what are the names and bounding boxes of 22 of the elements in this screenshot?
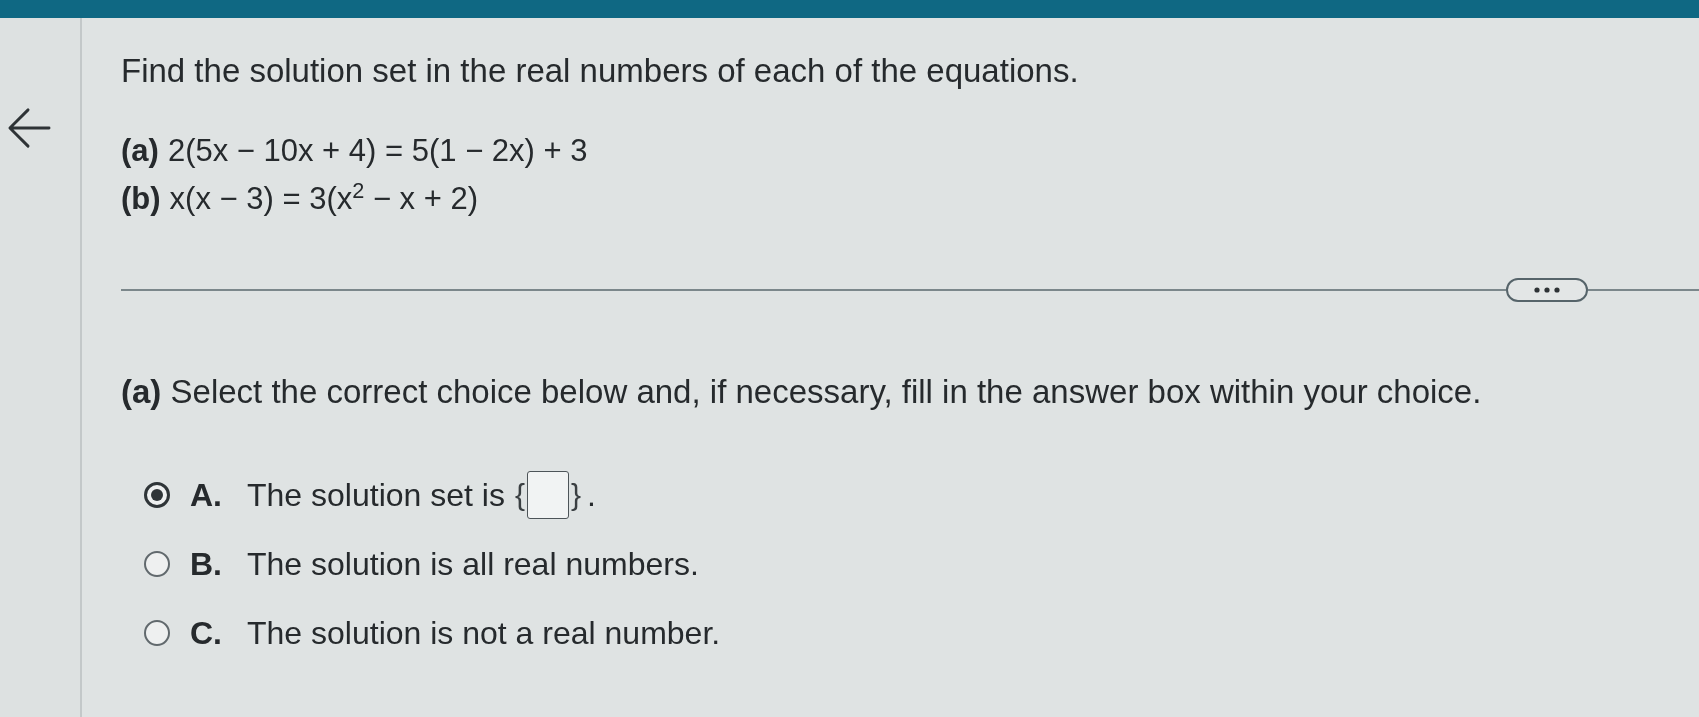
close-brace: } — [570, 480, 581, 510]
back-arrow-icon[interactable] — [7, 107, 51, 149]
answer-box[interactable] — [526, 471, 569, 519]
equation: x(x − 3) = 3(x$^{2}$ − x + 2) — [169, 181, 478, 217]
radio-button[interactable] — [144, 482, 170, 508]
part-label: (a) — [121, 133, 159, 169]
choice-text: The solution is not a real number. — [247, 614, 721, 652]
more-button[interactable] — [1506, 278, 1588, 302]
open-brace: { — [514, 480, 525, 510]
choice-text: The solution is all real numbers. — [247, 545, 699, 583]
choice-text: The solution set is — [247, 476, 505, 514]
instructions-text: Find the solution set in the real numbers of each of the equations. — [121, 52, 1080, 89]
radio-button[interactable] — [144, 551, 170, 577]
part-label: (b) — [121, 181, 161, 217]
choice-letter: A. — [190, 476, 222, 514]
ellipsis-icon — [1534, 287, 1560, 293]
question-prompt: (a) Select the correct choice below and, if necessary, fill in the answer box within your choice. — [121, 373, 1483, 410]
choice-letter: B. — [190, 545, 222, 583]
radio-button[interactable] — [144, 620, 170, 646]
period-mark: . — [586, 476, 596, 514]
equation: 2(5x − 10x + 4) = 5(1 − 2x) + 3 — [167, 133, 588, 169]
choice-letter: C. — [190, 614, 222, 652]
